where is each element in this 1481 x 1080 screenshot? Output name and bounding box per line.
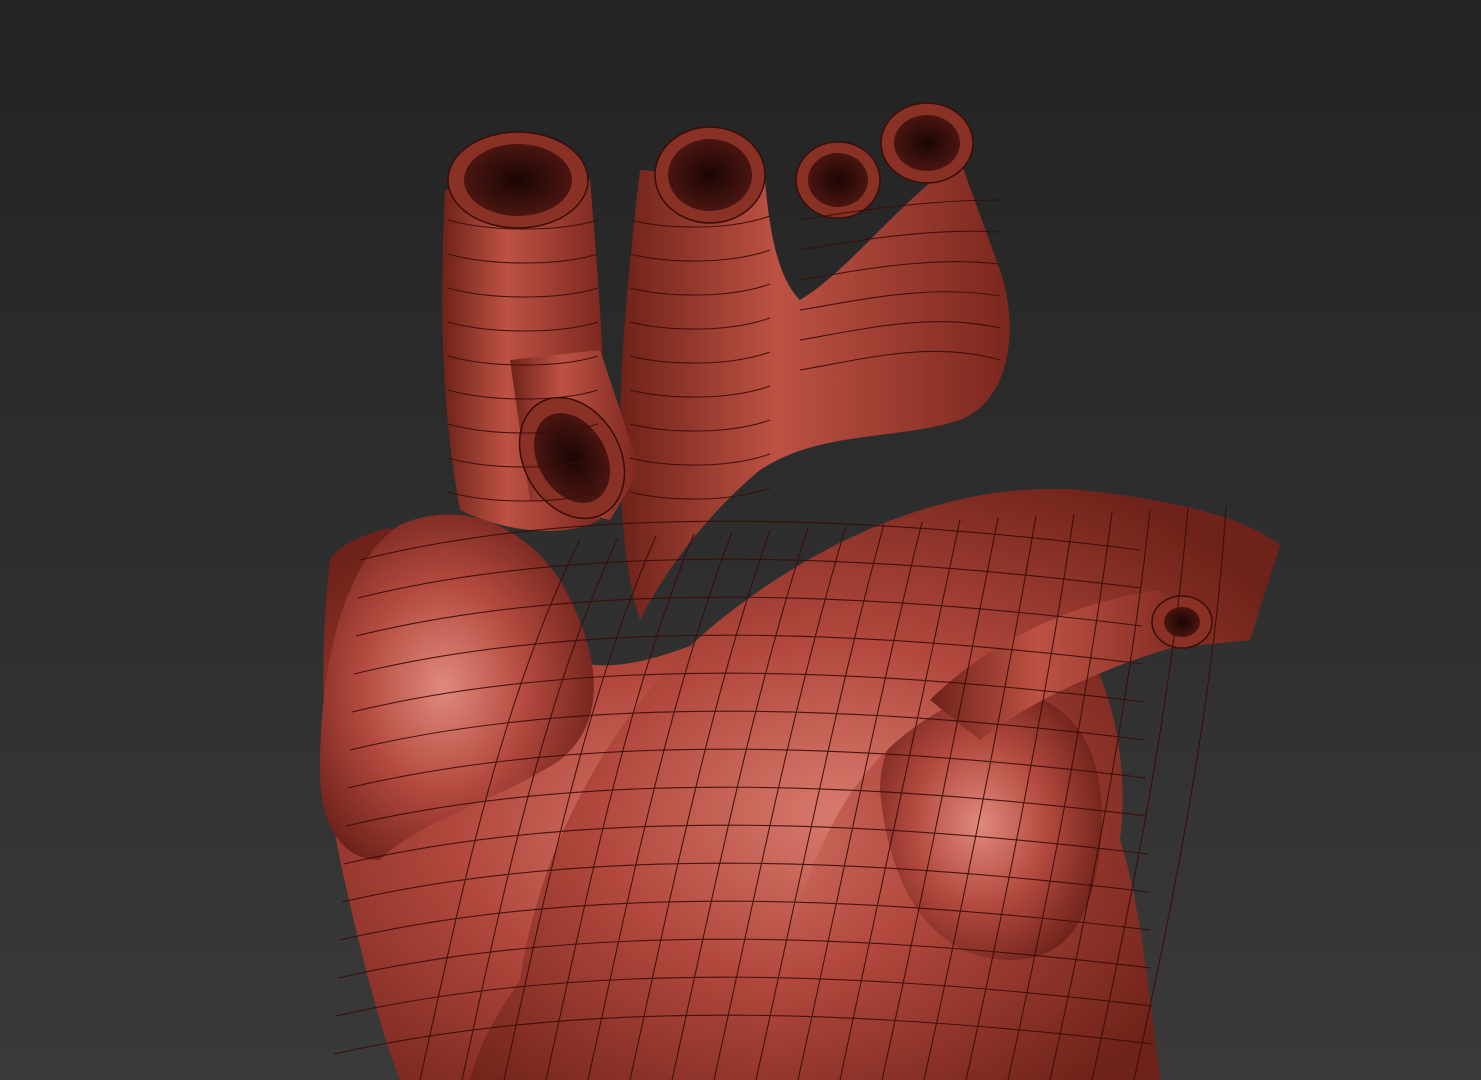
3d-viewport[interactable] (0, 0, 1481, 1080)
heart-mesh-render (320, 102, 1280, 1080)
